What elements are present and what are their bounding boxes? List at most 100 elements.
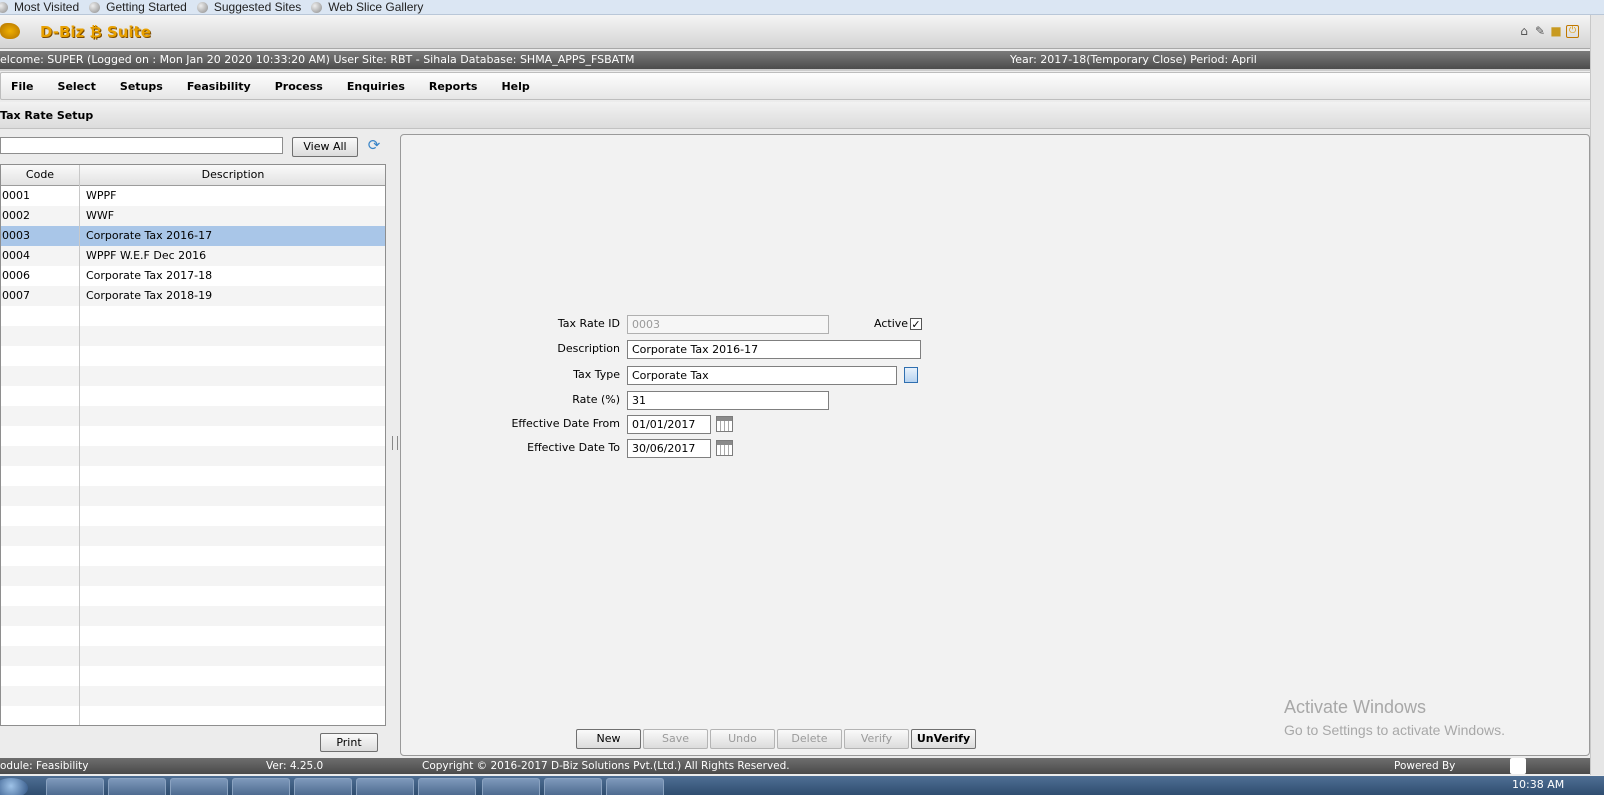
menu-process[interactable]: Process [263, 80, 335, 93]
lock-icon[interactable]: ■ [1550, 25, 1562, 37]
menu-select[interactable]: Select [46, 80, 108, 93]
table-row-selected[interactable]: 0003 Corporate Tax 2016-17 [1, 226, 385, 246]
taskbar-app-button[interactable] [482, 778, 540, 795]
table-row[interactable]: 0006 Corporate Tax 2017-18 [1, 266, 385, 286]
globe-icon [311, 1, 323, 13]
empty-table-row [1, 426, 385, 446]
tag-icon[interactable]: ✎ [1534, 25, 1546, 37]
table-row[interactable]: 0001 WPPF [1, 186, 385, 206]
active-label: Active [874, 317, 909, 330]
page-title-bar: Tax Rate Setup [0, 102, 1590, 129]
start-button-icon[interactable] [0, 778, 28, 795]
taskbar-app-button[interactable] [108, 778, 166, 795]
description-label: Description [557, 342, 620, 355]
empty-table-row [1, 546, 385, 566]
empty-table-row [1, 566, 385, 586]
description-field[interactable]: Corporate Tax 2016-17 [627, 340, 921, 359]
tax-rate-id-label: Tax Rate ID [557, 317, 620, 330]
window-scrollbar[interactable] [1590, 15, 1604, 775]
bookmark-getting-started[interactable]: Getting Started [89, 0, 187, 14]
app-logo-icon [0, 23, 20, 39]
tax-type-label: Tax Type [573, 368, 620, 381]
grid-header: Code Description [1, 165, 385, 186]
table-row[interactable]: 0002 WWF [1, 206, 385, 226]
bookmark-most-visited[interactable]: Most Visited [0, 0, 79, 14]
tax-rate-id-field[interactable]: 0003 [627, 315, 829, 334]
empty-table-row [1, 646, 385, 666]
calendar-icon[interactable] [716, 416, 733, 432]
taskbar-browser-button[interactable] [418, 778, 476, 795]
empty-table-row [1, 406, 385, 426]
save-button[interactable]: Save [643, 729, 708, 749]
menu-reports[interactable]: Reports [417, 80, 490, 93]
windows-taskbar: 10:38 AM [0, 776, 1604, 795]
page-title: Tax Rate Setup [0, 109, 94, 122]
taskbar-database-button[interactable] [170, 778, 228, 795]
empty-table-row [1, 706, 385, 725]
empty-table-row [1, 526, 385, 546]
effective-date-from-field[interactable]: 01/01/2017 [627, 415, 711, 434]
effective-date-to-field[interactable]: 30/06/2017 [627, 439, 711, 458]
module-text: odule: Feasibility [0, 760, 89, 772]
power-icon[interactable]: ⏻ [1566, 25, 1579, 38]
print-button[interactable]: Print [320, 733, 378, 752]
taskbar-folder-button[interactable] [46, 778, 104, 795]
app-header: D-Biz ₿ Suite ⌂ ✎ ■ ⏻ [0, 15, 1590, 49]
taskbar-app-button[interactable] [356, 778, 414, 795]
powered-by-text: Powered By [1394, 760, 1456, 772]
search-input[interactable] [0, 137, 283, 154]
powered-by-logo-icon [1510, 758, 1526, 774]
empty-table-row [1, 626, 385, 646]
column-header-code[interactable]: Code [1, 165, 79, 185]
year-period-text: Year: 2017-18(Temporary Close) Period: A… [1010, 53, 1257, 66]
undo-button[interactable]: Undo [710, 729, 775, 749]
panel-splitter-handle[interactable] [392, 436, 398, 450]
bookmark-web-slice-gallery[interactable]: Web Slice Gallery [311, 0, 423, 14]
app-title: D-Biz ₿ Suite [40, 23, 151, 41]
menu-file[interactable]: File [1, 80, 46, 93]
globe-icon [89, 1, 101, 13]
activate-windows-hint: Go to Settings to activate Windows. [1284, 722, 1505, 738]
tax-type-field[interactable]: Corporate Tax [627, 366, 897, 385]
menu-feasibility[interactable]: Feasibility [175, 80, 263, 93]
column-header-description[interactable]: Description [80, 165, 385, 185]
unverify-button[interactable]: UnVerify [911, 729, 976, 749]
table-row[interactable]: 0007 Corporate Tax 2018-19 [1, 286, 385, 306]
welcome-text: elcome: SUPER (Logged on : Mon Jan 20 20… [0, 53, 635, 66]
globe-icon [196, 1, 208, 13]
empty-table-row [1, 326, 385, 346]
empty-table-row [1, 446, 385, 466]
version-text: Ver: 4.25.0 [266, 760, 324, 772]
home-icon[interactable]: ⌂ [1518, 25, 1530, 37]
empty-table-row [1, 346, 385, 366]
menu-setups[interactable]: Setups [108, 80, 175, 93]
bookmark-suggested-sites[interactable]: Suggested Sites [196, 0, 301, 14]
globe-icon [0, 1, 8, 13]
table-row[interactable]: 0004 WPPF W.E.F Dec 2016 [1, 246, 385, 266]
rate-field[interactable]: 31 [627, 391, 829, 410]
delete-button[interactable]: Delete [777, 729, 842, 749]
column-divider [79, 165, 80, 725]
copyright-text: Copyright © 2016-2017 D-Biz Solutions Pv… [422, 760, 790, 772]
empty-table-row [1, 506, 385, 526]
session-info-bar: elcome: SUPER (Logged on : Mon Jan 20 20… [0, 51, 1590, 71]
active-checkbox[interactable]: ✓ [910, 318, 922, 330]
empty-table-row [1, 486, 385, 506]
empty-table-row [1, 466, 385, 486]
clock: 10:38 AM [1512, 778, 1565, 791]
taskbar-app-button[interactable] [606, 778, 664, 795]
taskbar-app-button[interactable] [294, 778, 352, 795]
view-all-button[interactable]: View All [292, 137, 358, 157]
taskbar-notepad-button[interactable] [544, 778, 602, 795]
taskbar-terminal-button[interactable] [232, 778, 290, 795]
lookup-icon[interactable] [904, 367, 918, 383]
new-button[interactable]: New [576, 729, 641, 749]
empty-table-row [1, 386, 385, 406]
effective-date-to-label: Effective Date To [527, 441, 620, 454]
refresh-icon[interactable]: ⟳ [366, 137, 382, 153]
menu-help[interactable]: Help [489, 80, 541, 93]
calendar-icon[interactable] [716, 440, 733, 456]
tax-rate-list: Code Description 0001 WPPF 0002 WWF 0003 Co… [0, 164, 386, 726]
verify-button[interactable]: Verify [844, 729, 909, 749]
menu-enquiries[interactable]: Enquiries [335, 80, 417, 93]
